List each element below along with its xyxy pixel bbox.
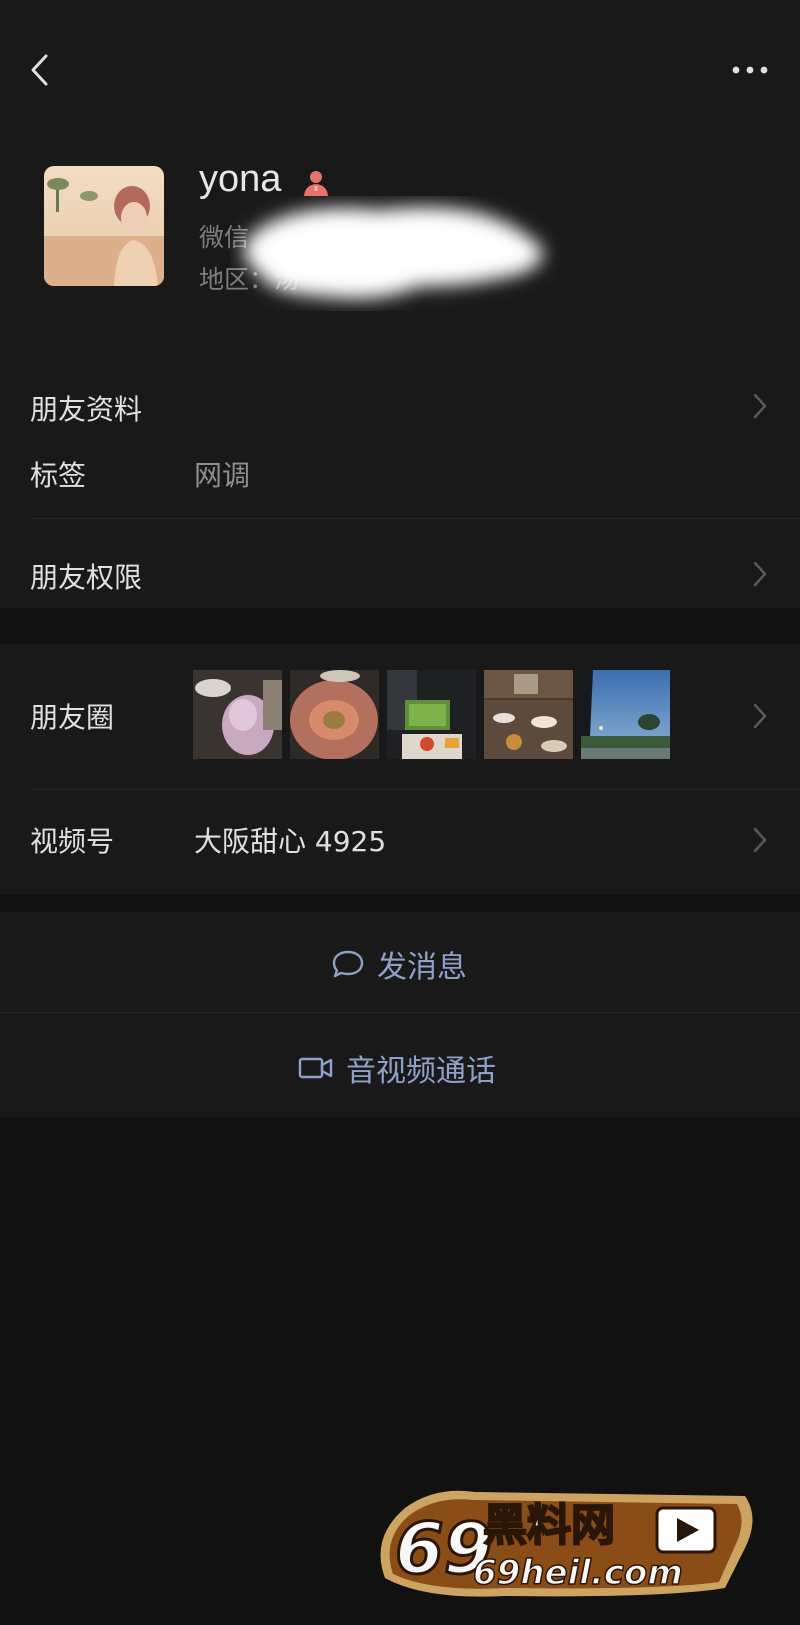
avatar-photo: [44, 166, 164, 286]
friend-profile-row[interactable]: 朋友资料: [0, 372, 800, 442]
site-watermark: 69 黑料网 69heil.com: [365, 1478, 755, 1603]
av-call-label: 音视频通话: [346, 1054, 496, 1089]
section-gap: [0, 894, 800, 912]
divider: [30, 518, 800, 519]
moments-photo-2: [290, 670, 379, 759]
female-icon: [304, 171, 328, 196]
more-button[interactable]: [730, 55, 770, 85]
chevron-right-icon: [752, 702, 768, 730]
nickname: yona: [199, 158, 282, 200]
friend-permissions-label: 朋友权限: [30, 561, 143, 594]
redaction-blur: [230, 196, 560, 311]
divider: [0, 1012, 800, 1013]
moments-photo-1: [193, 670, 282, 759]
channels-row[interactable]: 视频号 大阪甜心 4925: [0, 790, 800, 894]
section-gap: [0, 626, 800, 644]
moments-photo-3: [387, 670, 476, 759]
friend-permissions-row[interactable]: 朋友权限: [0, 540, 800, 608]
tag-label: 标签: [30, 459, 87, 492]
watermark-domain: 69heil.com: [473, 1553, 683, 1593]
av-call-button[interactable]: 音视频通话: [0, 1016, 800, 1116]
tag-row[interactable]: 标签 网调: [0, 442, 800, 512]
chevron-right-icon: [752, 560, 768, 588]
chevron-right-icon: [752, 392, 768, 420]
watermark-brand: 黑料网: [483, 1500, 615, 1551]
chevron-left-icon: [31, 54, 48, 86]
tag-value: 网调: [194, 459, 251, 492]
video-camera-icon: [298, 1057, 333, 1079]
friend-profile-label: 朋友资料: [30, 393, 143, 426]
more-dots-icon: [732, 66, 768, 74]
send-message-button[interactable]: 发消息: [0, 912, 800, 1012]
moments-photo-5: [581, 670, 670, 759]
chat-bubble-icon: [332, 950, 364, 978]
channels-label: 视频号: [30, 825, 115, 858]
moments-photo-4: [484, 670, 573, 759]
channels-value: 大阪甜心 4925: [194, 825, 387, 858]
back-button[interactable]: [26, 50, 56, 90]
avatar[interactable]: [44, 166, 164, 286]
moments-label: 朋友圈: [30, 701, 115, 734]
send-message-label: 发消息: [377, 950, 467, 985]
chevron-right-icon: [752, 826, 768, 854]
